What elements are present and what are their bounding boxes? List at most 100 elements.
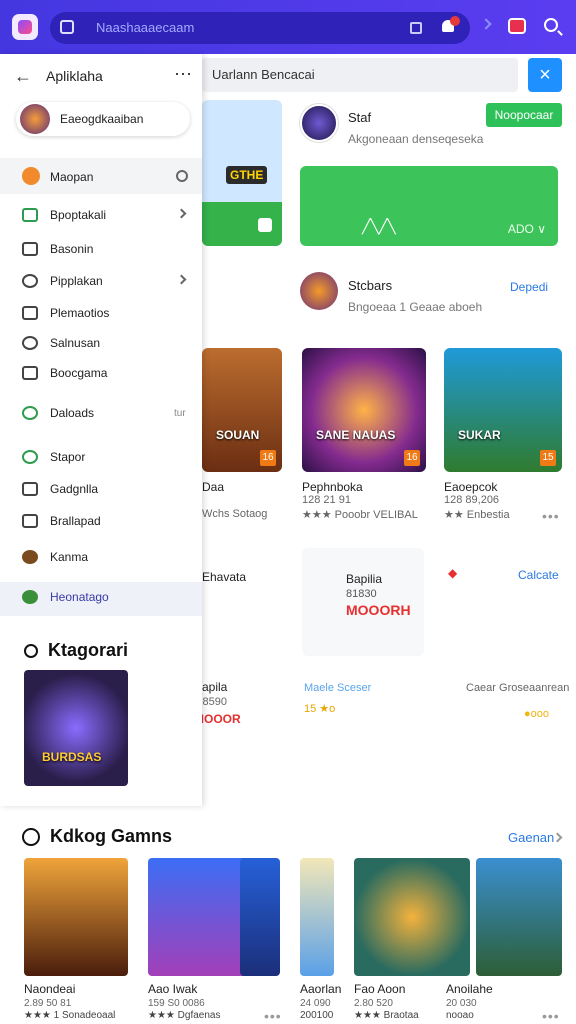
download-icon [22,406,38,420]
game-title: Eaoepcok [444,480,498,494]
section-more-link[interactable]: Gaenan [508,830,554,845]
game-rating: ★★★ Dgfaenas [148,1010,221,1021]
game-tile[interactable]: SOUAN 16 [202,348,282,472]
game-size: 128 21 91 [302,494,351,506]
story-avatar[interactable] [300,104,338,142]
store-avatar[interactable] [300,272,338,310]
stat-card[interactable]: ╱╲╱╲ ADO ∨ [300,166,558,246]
game-title: Pephnboka [302,480,363,494]
avatar-icon [22,550,38,564]
menu-item[interactable]: Brallapad [0,506,202,536]
game-name: Aaorlan [300,982,342,996]
notification-icon[interactable] [442,16,460,34]
featured-sub: 81830 [346,588,377,600]
row-col2-value: 15 ★o [304,703,336,715]
notification-badge [450,16,460,26]
age-badge: 16 [404,450,420,466]
category-search-icon [24,644,38,658]
store-link[interactable]: Depedi [510,280,548,294]
game-tile[interactable] [24,858,128,976]
game-name: Aao Iwak [148,982,198,996]
more-options-icon[interactable]: ••• [542,1008,560,1024]
age-badge: 16 [260,450,276,466]
age-badge: 15 [540,450,556,466]
game-name: Naondeai [24,982,76,996]
menu-item[interactable]: Daloads tur [0,398,202,428]
chevron-right-icon[interactable] [480,18,492,30]
game-size: 24 090 [300,998,331,1009]
game-tile[interactable] [354,858,470,976]
menu-item-label: Plemaotios [50,306,110,320]
search-box-icon [60,20,74,34]
calculate-link[interactable]: Calcate [518,568,559,582]
row-col3: Caear Groseaanrean [466,682,570,694]
game-size: 2.89 50 81 [24,998,72,1009]
menu-item[interactable]: Bpoptakali [0,200,202,230]
pin-icon [22,274,38,288]
account-name: Eaeogdkaaiban [60,112,144,126]
more-options-icon[interactable]: ••• [542,508,560,524]
game-name: Anoilahe [446,982,493,996]
coin-icon: ●ooo [524,708,549,720]
menu-item[interactable]: Gadgnlla [0,474,202,504]
menu-item[interactable]: Plemaotios [0,298,202,328]
game-title: Daa [202,480,225,494]
drawer-search-label: Maopan [50,170,94,184]
sparkline-icon: ╱╲╱╲ [362,218,396,234]
menu-item[interactable]: Pipplakan [0,266,202,296]
account-chip[interactable]: Eaeogdkaaiban [16,102,190,136]
game-rating: 200100 [300,1010,334,1021]
featured-card[interactable]: Bapilia 81830 MOOORH [302,548,424,656]
menu-item[interactable]: Salnusan [0,328,202,358]
top-bar: Naashaaaecaam [0,0,576,54]
close-button[interactable]: × [528,58,562,92]
game-rating: ★★ Enbestia [444,509,510,521]
share-icon [22,450,38,464]
menu-item[interactable]: Kanma [0,542,202,572]
banner-figure-icon [258,218,272,232]
top-search-bar[interactable]: Naashaaaecaam [50,12,470,44]
game-tile[interactable]: SUKAR 15 [444,348,562,472]
game-tile[interactable] [240,858,280,976]
game-tile-label: SANE NAUAS [316,428,396,442]
game-rating: nooao [446,1010,474,1021]
search-icon[interactable] [544,18,558,32]
menu-item[interactable]: Stapor [0,442,202,472]
more-options-icon[interactable]: ⋯ [174,64,192,85]
banner-card[interactable]: GTHE [202,100,282,246]
map-icon [22,167,40,185]
menu-item[interactable]: Boocgama [0,358,202,388]
tablet-icon [22,514,38,528]
game-tile[interactable] [148,858,252,976]
game-tile[interactable] [476,858,562,976]
gift-icon[interactable] [508,18,526,34]
menu-item-label: Pipplakan [50,274,103,288]
more-options-icon[interactable]: ••• [264,1008,282,1024]
menu-item-label: Daloads [50,406,95,420]
drawer-search-row[interactable]: Maopan [0,158,202,194]
row-col2: Maele Sceser [304,682,372,694]
category-tile[interactable]: BURDSAS [24,670,128,786]
stat-meta[interactable]: ADO ∨ [508,222,546,236]
gadget-icon [22,482,38,496]
featured-title: Bapilia [346,572,383,586]
menu-item-active[interactable]: Heonatago [0,582,202,616]
menu-item[interactable]: Basonin [0,234,202,264]
game-subtitle: Wchs Sotaog [202,508,268,520]
camera-icon[interactable] [410,22,422,34]
game-rating: ★★★ Pooobr VELIBAL [302,509,418,521]
menu-item-label: Heonatago [50,590,109,604]
game-size: 20 030 [446,998,477,1009]
section-title: Kdkog Gamns [50,826,173,846]
game-tile[interactable] [300,858,334,976]
game-tile[interactable]: SANE NAUAS 16 [302,348,426,472]
follow-button[interactable]: Noopocaar [486,103,562,127]
main-search-input[interactable]: Uarlann Bencacai [202,58,518,92]
search-icon[interactable] [176,170,188,182]
back-arrow-icon[interactable]: ← [14,66,32,87]
box-icon [22,366,38,380]
app-logo-icon[interactable] [12,14,38,40]
story-subtitle: Akgoneaan denseqeseka [348,132,484,146]
top-search-placeholder: Naashaaaecaam [96,20,195,35]
chevron-right-icon [176,274,187,285]
